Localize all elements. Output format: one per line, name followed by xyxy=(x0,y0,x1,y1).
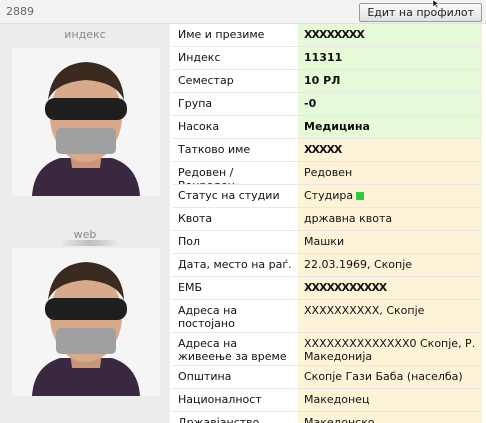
row-value: Медицина xyxy=(298,116,482,138)
row-label: Индекс xyxy=(172,47,298,69)
row-value: XXXXX xyxy=(298,139,482,161)
table-row-study-address: Адреса на живеење за време на студии XXX… xyxy=(172,333,482,366)
row-value: Машки xyxy=(298,231,482,253)
table-row-emb: ЕМБ XXXXXXXXXXX xyxy=(172,277,482,300)
row-value: 11311 xyxy=(298,47,482,69)
table-row-fathers-name: Татково име XXXXX xyxy=(172,139,482,162)
table-row-major: Насока Медицина xyxy=(172,116,482,139)
row-label: Државјанство xyxy=(172,412,298,423)
table-row-name: Име и презиме XXXXXXXX xyxy=(172,24,482,47)
row-label: ЕМБ xyxy=(172,277,298,299)
web-photo xyxy=(12,248,160,396)
table-row-birth: Дата, место на раѓ. 22.03.1969, Скопје xyxy=(172,254,482,277)
table-row-semester: Семестар 10 РЛ xyxy=(172,70,482,93)
row-label: Дата, место на раѓ. xyxy=(172,254,298,276)
table-row-municipality: Општина Скопје Гази Баба (населба) xyxy=(172,366,482,389)
row-value: XXXXXXXX xyxy=(298,24,482,46)
row-label: Пол xyxy=(172,231,298,253)
index-photo xyxy=(12,48,160,196)
row-label: Адреса на постојано живеење xyxy=(172,300,298,332)
table-row-quota: Квота државна квота xyxy=(172,208,482,231)
row-label: Група xyxy=(172,93,298,115)
table-row-gender: Пол Машки xyxy=(172,231,482,254)
table-row-study-status: Статус на студии Студира xyxy=(172,185,482,208)
row-value: Редовен xyxy=(298,162,482,184)
row-label: Адреса на живеење за време на студии xyxy=(172,333,298,365)
table-row-nationality: Националност Македонец xyxy=(172,389,482,412)
row-value: Македонец xyxy=(298,389,482,411)
table-row-study-type: Редовен / Вонреден Редовен xyxy=(172,162,482,185)
row-value: Скопје Гази Баба (населба) xyxy=(298,366,482,388)
row-label: Квота xyxy=(172,208,298,230)
record-id: 2889 xyxy=(6,5,34,18)
row-value-container: Студира xyxy=(298,185,482,207)
row-value: XXXXXXXXXX, Скопје xyxy=(298,300,482,332)
row-label: Статус на студии xyxy=(172,185,298,207)
row-label: Семестар xyxy=(172,70,298,92)
row-label: Националност xyxy=(172,389,298,411)
row-value: XXXXXXXXXXXXXX0 Скопје, Р. Македонија xyxy=(298,333,482,365)
table-row-group: Група -0 xyxy=(172,93,482,116)
row-value: Македонско xyxy=(298,412,482,423)
web-photo-label: web xyxy=(73,228,97,241)
top-bar: 2889 Едит на профилот xyxy=(0,0,486,24)
status-indicator-icon xyxy=(356,192,365,200)
row-value: 22.03.1969, Скопје xyxy=(298,254,482,276)
photo-panel: индекс web xyxy=(0,24,170,423)
row-label: Насока xyxy=(172,116,298,138)
row-label: Општина xyxy=(172,366,298,388)
row-label: Татково име xyxy=(172,139,298,161)
row-value: државна квота xyxy=(298,208,482,230)
row-value: XXXXXXXXXXX xyxy=(298,277,482,299)
table-row-index: Индекс 11311 xyxy=(172,47,482,70)
row-label: Редовен / Вонреден xyxy=(172,162,298,184)
edit-profile-button[interactable]: Едит на профилот xyxy=(359,3,482,22)
profile-table: Име и презиме XXXXXXXX Индекс 11311 Семе… xyxy=(172,24,482,423)
index-photo-label: индекс xyxy=(64,28,106,41)
table-row-permanent-address: Адреса на постојано живеење XXXXXXXXXX, … xyxy=(172,300,482,333)
row-value: 10 РЛ xyxy=(298,70,482,92)
mouse-cursor-icon xyxy=(432,0,440,8)
row-value: Студира xyxy=(304,189,354,202)
row-label: Име и презиме xyxy=(172,24,298,46)
table-row-citizenship: Државјанство Македонско xyxy=(172,412,482,423)
row-value: -0 xyxy=(298,93,482,115)
